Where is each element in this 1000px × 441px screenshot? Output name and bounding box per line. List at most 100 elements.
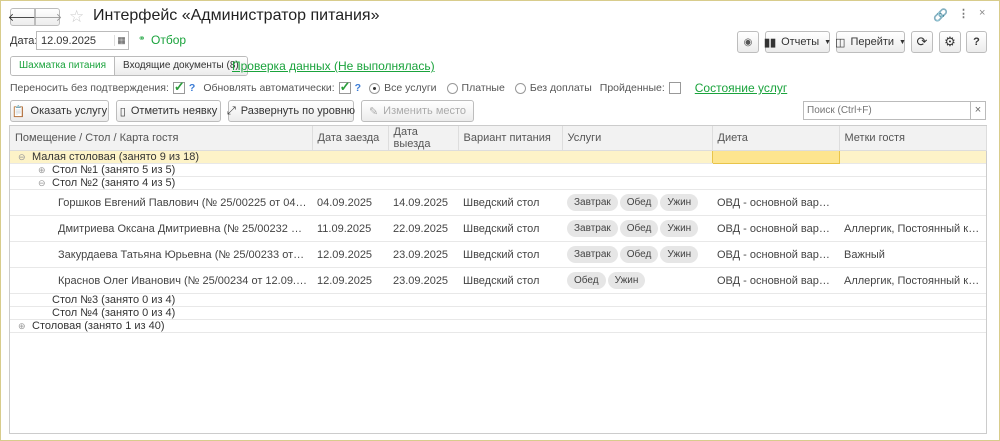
provide-label: Оказать услугу <box>30 105 108 117</box>
empty-cell <box>312 319 388 333</box>
move-checkbox[interactable] <box>172 79 185 95</box>
group-row[interactable]: ⊖ Малая столовая (занято 9 из 18) <box>10 150 986 164</box>
meal-table: Помещение / Стол / Карта гостя Дата заезд… <box>10 126 987 333</box>
group-row[interactable]: Стол №4 (занято 0 из 4) <box>10 306 986 320</box>
table-row[interactable]: Закурдаева Татьяна Юрьевна (№ 25/00233 о… <box>10 241 986 268</box>
column-header[interactable]: Вариант питания <box>458 126 563 151</box>
mark-noshow-button[interactable]: ▯ Отметить неявку <box>116 100 221 122</box>
refresh-button[interactable]: ⟳ <box>911 31 933 53</box>
group-row[interactable]: Стол №3 (занято 0 из 4) <box>10 293 986 307</box>
service-pill[interactable]: Завтрак <box>567 194 618 211</box>
empty-cell <box>312 306 388 320</box>
service-pill[interactable]: Ужин <box>607 272 646 289</box>
service-pill[interactable]: Завтрак <box>567 220 618 237</box>
move-help[interactable]: ? <box>189 82 195 94</box>
column-header[interactable]: Дата выезда <box>388 126 459 151</box>
expand-level-button[interactable]: ⤢ Развернуть по уровню <box>226 100 355 122</box>
empty-cell <box>458 306 562 320</box>
goto-button[interactable]: ◫ Перейти ▼ <box>835 31 906 53</box>
auto-checkbox[interactable] <box>338 79 351 95</box>
provide-service-button[interactable]: 📋 Оказать услугу <box>10 100 109 122</box>
service-pill[interactable]: Ужин <box>660 194 699 211</box>
empty-cell <box>458 176 562 190</box>
group-row[interactable]: ⊕ Стол №1 (занято 5 из 5) <box>10 163 986 177</box>
arrival-date: 12.09.2025 <box>312 241 388 268</box>
service-pill[interactable]: Обед <box>619 194 659 211</box>
reports-button[interactable]: ▮▮ Отчеты ▼ <box>764 31 831 53</box>
meal-variant: Шведский стол <box>458 189 562 216</box>
tab-bar: Шахматка питания Входящие документы (8) <box>10 56 248 76</box>
column-header[interactable]: Дата заезда <box>312 126 389 151</box>
empty-cell <box>388 176 458 190</box>
group-row[interactable]: ⊕ Столовая (занято 1 из 40) <box>10 319 986 333</box>
table-row[interactable]: Краснов Олег Иванович (№ 25/00234 от 12.… <box>10 267 986 294</box>
print-button[interactable]: ◉ <box>737 31 759 53</box>
search-clear-button[interactable]: × <box>970 101 986 120</box>
collapse-icon[interactable]: ⊖ <box>18 152 27 163</box>
more-menu-icon[interactable]: ⋮ <box>958 7 969 20</box>
collapse-icon[interactable]: ⊖ <box>38 178 47 189</box>
empty-cell <box>312 293 388 307</box>
expand-icon[interactable]: ⊕ <box>38 165 47 176</box>
empty-cell <box>312 176 388 190</box>
auto-help[interactable]: ? <box>355 82 361 94</box>
column-header[interactable]: Метки гостя <box>839 126 987 151</box>
service-pill[interactable]: Обед <box>567 272 606 289</box>
empty-cell <box>562 319 712 333</box>
back-button[interactable]: 🡐 <box>8 8 37 26</box>
service-pill[interactable]: Ужин <box>660 220 699 237</box>
services-cell: Завтрак Обед Ужин <box>562 241 712 268</box>
column-header[interactable]: Диета <box>712 126 840 151</box>
guest-tags: Аллергик, Постоянный клиент <box>839 267 986 294</box>
guest-tags: Важный <box>839 241 986 268</box>
empty-cell <box>839 150 986 164</box>
passed-checkbox[interactable] <box>668 82 681 94</box>
date-field[interactable]: 12.09.2025 ▦ <box>36 31 129 50</box>
radio-nosurcharge[interactable] <box>514 82 526 94</box>
expand-icon[interactable]: ⊕ <box>18 321 27 332</box>
empty-cell <box>388 319 458 333</box>
row-label: Стол №4 (занято 0 из 4) <box>52 307 176 319</box>
column-header[interactable]: Услуги <box>562 126 713 151</box>
empty-cell <box>388 293 458 307</box>
column-header[interactable]: Помещение / Стол / Карта гостя <box>10 126 313 151</box>
filter-link[interactable]: Отбор <box>151 33 186 47</box>
empty-cell <box>312 150 388 164</box>
status-link[interactable]: Состояние услуг <box>695 81 787 95</box>
favorite-star-icon[interactable]: ☆ <box>69 7 84 27</box>
expand-icon: ⤢ <box>226 104 236 117</box>
empty-cell <box>458 163 562 177</box>
forward-button[interactable]: 🡒 <box>33 8 62 26</box>
empty-cell <box>388 150 458 164</box>
tab-meal-chess[interactable]: Шахматка питания <box>11 57 116 75</box>
service-pill[interactable]: Ужин <box>660 246 699 263</box>
row-label-cell: ⊕ Стол №1 (занято 5 из 5) <box>10 163 312 177</box>
table-row[interactable]: Горшков Евгений Павлович (№ 25/00225 от … <box>10 189 986 216</box>
tab-incoming-docs[interactable]: Входящие документы (8) <box>115 57 247 75</box>
empty-cell <box>839 306 986 320</box>
radio-all[interactable] <box>369 82 381 94</box>
check-data-link[interactable]: Проверка данных (Не выполнялась) <box>232 59 435 73</box>
group-row[interactable]: ⊖ Стол №2 (занято 4 из 5) <box>10 176 986 190</box>
search-input[interactable] <box>803 101 971 120</box>
radio-all-label: Все услуги <box>384 82 437 94</box>
arrival-date: 04.09.2025 <box>312 189 388 216</box>
help-button[interactable]: ? <box>966 31 987 53</box>
chevron-down-icon: ▼ <box>899 38 906 46</box>
change-place-button[interactable]: ✎ Изменить место <box>361 100 474 122</box>
service-pill[interactable]: Обед <box>619 246 659 263</box>
link-icon[interactable]: 🔗 <box>933 8 948 22</box>
row-label: Столовая (занято 1 из 40) <box>32 320 165 332</box>
service-pill[interactable]: Завтрак <box>567 246 618 263</box>
table-row[interactable]: Дмитриева Оксана Дмитриевна (№ 25/00232 … <box>10 215 986 242</box>
meal-variant: Шведский стол <box>458 215 562 242</box>
settings-button[interactable]: ⚙ <box>939 31 961 53</box>
radio-paid[interactable] <box>446 82 458 94</box>
close-icon[interactable]: × <box>979 7 985 19</box>
clipboard-icon: ▯ <box>119 105 126 118</box>
calendar-icon[interactable]: ▦ <box>114 35 128 46</box>
empty-cell <box>562 293 712 307</box>
service-pill[interactable]: Обед <box>619 220 659 237</box>
panel-icon: ◫ <box>835 36 846 49</box>
diet: ОВД - основной вариант ... <box>712 189 839 216</box>
